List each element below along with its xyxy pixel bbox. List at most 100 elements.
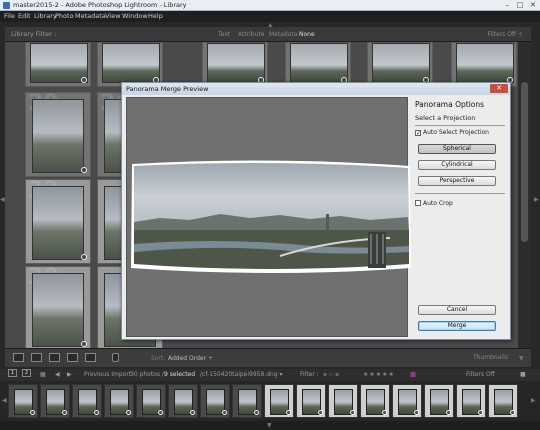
stack-badge-icon: [414, 410, 419, 415]
grid-scrollbar[interactable]: [518, 42, 531, 348]
bottom-panel-toggle-icon[interactable]: ▼: [267, 422, 272, 429]
filmstrip-thumb[interactable]: [488, 384, 518, 418]
filmstrip-thumb[interactable]: [136, 384, 166, 418]
grid-cell[interactable]: [285, 42, 351, 87]
sort-order-dropdown[interactable]: Added Order ÷: [168, 355, 213, 362]
filter-metadata[interactable]: Metadata: [269, 27, 297, 42]
cylindrical-button[interactable]: Cylindrical: [418, 160, 496, 170]
filters-off-dropdown[interactable]: Filters Off: [466, 369, 495, 381]
menu-photo[interactable]: Photo: [55, 11, 74, 22]
perspective-button[interactable]: Perspective: [418, 176, 496, 186]
loupe-view-icon[interactable]: [31, 353, 42, 362]
grid-cell[interactable]: [202, 42, 268, 87]
photo-thumbnail[interactable]: [30, 43, 88, 83]
scrollbar-thumb[interactable]: [521, 82, 528, 242]
merge-button[interactable]: Merge: [418, 321, 496, 331]
flag-filter-icons[interactable]: ▪ ▫ ▪: [323, 369, 339, 381]
source-label[interactable]: Previous Import: [84, 369, 131, 381]
menu-edit[interactable]: Edit: [18, 11, 31, 22]
menu-view[interactable]: View: [105, 11, 120, 22]
filter-preset-dropdown[interactable]: Filters Off ÷: [487, 27, 523, 42]
filmstrip-thumb[interactable]: [296, 384, 326, 418]
filter-lock-icon[interactable]: ■: [520, 369, 526, 381]
filter-attribute[interactable]: Attribute: [238, 27, 265, 42]
stack-badge-icon: [286, 410, 291, 415]
current-filename[interactable]: /cf-150420taipei9958.dng ▾: [200, 369, 283, 381]
auto-select-projection-checkbox[interactable]: ✓ Auto Select Projection: [415, 129, 489, 137]
photo-thumbnail[interactable]: [32, 99, 84, 173]
filmstrip-thumb[interactable]: [200, 384, 230, 418]
filmstrip-thumb[interactable]: [328, 384, 358, 418]
checkbox-unchecked-icon[interactable]: [415, 200, 421, 206]
filter-label: Filter :: [300, 371, 319, 378]
sort-label: Sort:: [151, 355, 166, 362]
auto-crop-checkbox[interactable]: Auto Crop: [415, 200, 453, 208]
filmstrip-thumb[interactable]: [264, 384, 294, 418]
library-filter-bar: Library Filter : Text Attribute Metadata…: [5, 27, 531, 42]
grid-view-icon[interactable]: [13, 353, 24, 362]
back-arrow-icon[interactable]: ◀: [55, 369, 60, 381]
close-window-button[interactable]: ✕: [526, 1, 540, 10]
painter-icon[interactable]: [112, 353, 119, 362]
filmstrip-header: 1 2 ▦ ◀ ▶ Previous Import 30 photos / 9 …: [0, 369, 540, 381]
grid-cell[interactable]: [367, 42, 433, 87]
toolbar-menu-icon[interactable]: ▼: [519, 355, 524, 362]
left-panel-toggle-icon[interactable]: ◀: [0, 196, 5, 203]
filmstrip-thumb[interactable]: [392, 384, 422, 418]
grid-cell[interactable]: 32: [25, 178, 91, 264]
filmstrip-thumb[interactable]: [232, 384, 262, 418]
filmstrip-thumb[interactable]: [104, 384, 134, 418]
auto-select-label: Auto Select Projection: [423, 129, 489, 136]
menu-file[interactable]: File: [4, 11, 15, 22]
filmstrip-right-icon[interactable]: ▶: [531, 397, 536, 404]
menu-window[interactable]: Window: [122, 11, 148, 22]
main-window-button[interactable]: 1: [8, 369, 17, 377]
people-view-icon[interactable]: [85, 353, 96, 362]
photo-thumbnail[interactable]: [456, 43, 514, 83]
photo-thumbnail[interactable]: [207, 43, 265, 83]
filmstrip-left-icon[interactable]: ◀: [2, 397, 7, 404]
spherical-button[interactable]: Spherical: [418, 144, 496, 154]
photo-thumbnail[interactable]: [32, 273, 84, 347]
second-window-button[interactable]: 2: [22, 369, 31, 377]
grid-cell[interactable]: [451, 42, 517, 87]
grid-cell[interactable]: 38: [25, 265, 91, 348]
menu-library[interactable]: Library: [34, 11, 57, 22]
stack-badge-icon: [81, 77, 87, 83]
filmstrip-thumb[interactable]: [168, 384, 198, 418]
compare-view-icon[interactable]: [49, 353, 60, 362]
filmstrip-thumb[interactable]: [360, 384, 390, 418]
filmstrip-thumb[interactable]: [424, 384, 454, 418]
filter-none[interactable]: None: [299, 27, 315, 42]
stack-badge-icon: [318, 410, 323, 415]
photo-thumbnail[interactable]: [372, 43, 430, 83]
filmstrip-thumb[interactable]: [8, 384, 38, 418]
grid-cell[interactable]: [97, 42, 163, 87]
minimize-button[interactable]: –: [500, 1, 514, 10]
stack-badge-icon: [62, 410, 67, 415]
options-title: Panorama Options: [415, 100, 485, 109]
filmstrip-thumb[interactable]: [456, 384, 486, 418]
menu-help[interactable]: Help: [148, 11, 163, 22]
rating-filter-stars-icon[interactable]: ★★★★★: [363, 369, 395, 381]
photo-thumbnail[interactable]: [290, 43, 348, 83]
survey-view-icon[interactable]: [67, 353, 78, 362]
menu-metadata[interactable]: Metadata: [75, 11, 106, 22]
photo-thumbnail[interactable]: [32, 186, 84, 260]
dialog-close-button[interactable]: ✕: [490, 84, 508, 93]
forward-arrow-icon[interactable]: ▶: [67, 369, 72, 381]
panorama-merge-dialog: Panorama Merge Preview ✕ Panorama Option…: [121, 82, 511, 340]
grid-cell[interactable]: [25, 42, 91, 87]
stack-badge-icon: [81, 254, 87, 260]
filter-text[interactable]: Text: [218, 27, 230, 42]
filmstrip-thumb[interactable]: [40, 384, 70, 418]
photo-thumbnail[interactable]: [102, 43, 160, 83]
thumbnails-label: Thumbnails: [473, 354, 508, 361]
maximize-button[interactable]: □: [513, 1, 527, 10]
filmstrip-thumb[interactable]: [72, 384, 102, 418]
cancel-button[interactable]: Cancel: [418, 305, 496, 315]
grid-cell[interactable]: 20: [25, 91, 91, 177]
grid-icon[interactable]: ▦: [40, 369, 46, 381]
right-panel-toggle-icon[interactable]: ▶: [534, 196, 539, 203]
checkbox-checked-icon[interactable]: ✓: [415, 130, 421, 137]
